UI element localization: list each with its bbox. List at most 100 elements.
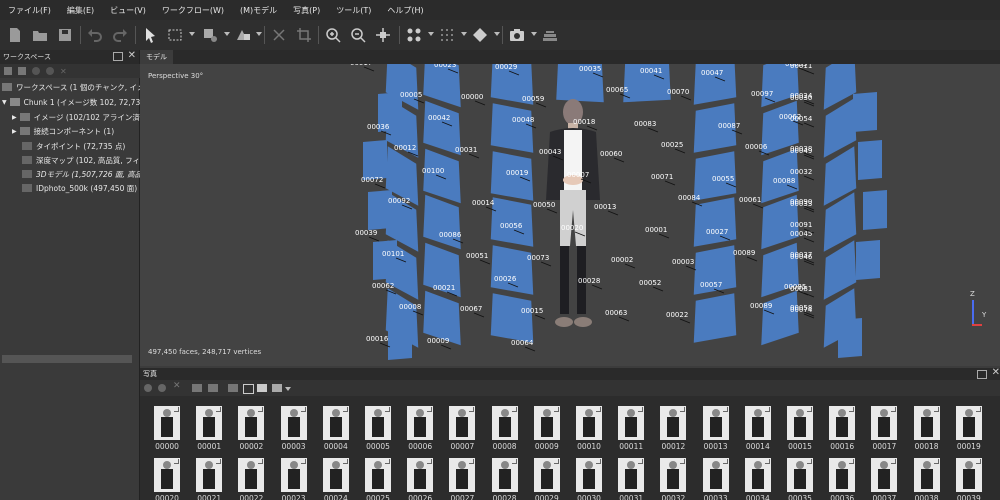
- camera-label[interactable]: 00005: [400, 91, 422, 99]
- photo-thumbnail[interactable]: [533, 458, 560, 492]
- camera-label[interactable]: 00048: [512, 116, 534, 124]
- camera-panel[interactable]: [490, 245, 534, 295]
- camera-label[interactable]: 00031: [455, 146, 477, 154]
- photo-thumbnail[interactable]: [618, 458, 645, 492]
- camera-label[interactable]: 00062: [372, 282, 394, 290]
- close-icon[interactable]: ✕: [128, 50, 136, 61]
- camera-panel[interactable]: [838, 318, 862, 358]
- photo-thumbnail[interactable]: [829, 406, 856, 440]
- camera-panel[interactable]: [858, 140, 882, 180]
- camera-panel[interactable]: [856, 240, 880, 280]
- add-photos-icon[interactable]: [18, 67, 26, 75]
- save-button[interactable]: [55, 25, 75, 45]
- tree-tiepoints[interactable]: タイポイント (72,735 点): [22, 139, 125, 153]
- menu-photo[interactable]: 写真(P): [285, 5, 328, 16]
- camera-label[interactable]: 00032: [790, 168, 812, 176]
- new-file-button[interactable]: [5, 25, 25, 45]
- camera-label[interactable]: 00035: [579, 65, 601, 73]
- camera-label[interactable]: 00002: [611, 256, 633, 264]
- photo-thumbnail[interactable]: [955, 458, 982, 492]
- photo-thumbnail[interactable]: [913, 458, 940, 492]
- reset-filter-icon[interactable]: [228, 384, 238, 392]
- photo-thumbnail[interactable]: [660, 458, 687, 492]
- rect-select-button[interactable]: [165, 25, 185, 45]
- camera-panel[interactable]: [693, 293, 737, 343]
- photo-thumbnail[interactable]: [491, 406, 518, 440]
- photo-thumbnail[interactable]: [871, 406, 898, 440]
- camera-label[interactable]: 00055: [712, 175, 734, 183]
- model-scene[interactable]: 0001700023000290003500041000470005300011…: [140, 50, 1000, 366]
- photo-thumbnail[interactable]: [365, 406, 391, 440]
- show-points-button[interactable]: [437, 25, 457, 45]
- collapse-arrow-icon[interactable]: ▶: [12, 128, 17, 135]
- photo-thumbnail[interactable]: [280, 458, 307, 492]
- camera-label[interactable]: 00042: [428, 114, 450, 122]
- camera-label[interactable]: 00049: [790, 147, 812, 155]
- view-mode-dropdown[interactable]: [285, 387, 291, 391]
- camera-label[interactable]: 00083: [634, 120, 656, 128]
- camera-label[interactable]: 00016: [366, 335, 389, 343]
- camera-label[interactable]: 00061: [739, 196, 761, 204]
- camera-label[interactable]: 00019: [506, 169, 528, 177]
- camera-panel[interactable]: [853, 92, 877, 132]
- photo-thumbnail[interactable]: [829, 458, 856, 492]
- camera-panel[interactable]: [363, 140, 387, 180]
- camera-label[interactable]: 00001: [645, 226, 667, 234]
- camera-label[interactable]: 00092: [388, 197, 410, 205]
- camera-label[interactable]: 00067: [460, 305, 482, 313]
- photo-thumbnail[interactable]: [154, 458, 180, 492]
- camera-panel[interactable]: [388, 320, 412, 360]
- remove-cameras-icon[interactable]: [144, 384, 152, 392]
- camera-label[interactable]: 00071: [651, 173, 673, 181]
- camera-label[interactable]: 00072: [361, 176, 383, 184]
- camera-panel[interactable]: [423, 194, 461, 250]
- tree-components[interactable]: ▶ 接続コンポーネント (1): [12, 124, 114, 138]
- camera-label[interactable]: 00073: [527, 254, 549, 262]
- camera-label[interactable]: 00074: [790, 306, 813, 314]
- camera-label[interactable]: 00013: [594, 203, 616, 211]
- camera-panel[interactable]: [490, 293, 534, 343]
- camera-label[interactable]: 00030: [790, 94, 812, 102]
- camera-label[interactable]: 00027: [706, 228, 728, 236]
- camera-label[interactable]: 00089: [750, 302, 772, 310]
- resize-region-button[interactable]: [200, 25, 220, 45]
- camera-label[interactable]: 00043: [539, 148, 561, 156]
- camera-label[interactable]: 00021: [433, 284, 455, 292]
- camera-label[interactable]: 00081: [790, 285, 812, 293]
- camera-label[interactable]: 00065: [606, 86, 628, 94]
- delete-selection-button[interactable]: [269, 25, 289, 45]
- photo-thumbnail[interactable]: [280, 406, 307, 440]
- camera-label[interactable]: 00014: [472, 199, 495, 207]
- horizontal-scrollbar[interactable]: [2, 355, 132, 363]
- camera-label[interactable]: 00025: [661, 141, 683, 149]
- camera-label[interactable]: 00052: [639, 279, 661, 287]
- camera-label[interactable]: 00091: [790, 221, 812, 229]
- photo-thumbnail[interactable]: [365, 458, 391, 492]
- camera-label[interactable]: 00026: [494, 275, 517, 283]
- camera-label[interactable]: 00089: [733, 249, 755, 257]
- camera-panel[interactable]: [693, 197, 737, 247]
- photo-thumbnail[interactable]: [154, 406, 180, 440]
- photo-thumbnail[interactable]: [196, 406, 223, 440]
- camera-label[interactable]: 00054: [790, 115, 813, 123]
- photo-thumbnail[interactable]: [787, 458, 813, 492]
- photo-thumbnail[interactable]: [702, 406, 729, 440]
- zoom-out-button[interactable]: [348, 25, 368, 45]
- camera-label[interactable]: 00022: [666, 311, 688, 319]
- model-tab[interactable]: モデル: [140, 50, 173, 64]
- camera-panel[interactable]: [423, 148, 461, 204]
- camera-panel[interactable]: [761, 290, 799, 346]
- photo-thumbnail[interactable]: [618, 406, 645, 440]
- navigation-button[interactable]: [140, 25, 160, 45]
- photo-thumbnail[interactable]: [196, 458, 223, 492]
- camera-label[interactable]: 00064: [511, 339, 534, 347]
- camera-label[interactable]: 00000: [461, 93, 483, 101]
- tree-depthmaps[interactable]: 深度マップ (102, 高品質, フィルタ: [22, 153, 155, 167]
- camera-label[interactable]: 00087: [718, 122, 740, 130]
- camera-label[interactable]: 00057: [700, 281, 722, 289]
- close-icon[interactable]: ✕: [992, 367, 1000, 378]
- camera-label[interactable]: 00028: [578, 277, 600, 285]
- disable-cameras-icon[interactable]: [158, 384, 166, 392]
- redo-button[interactable]: [110, 25, 130, 45]
- camera-label[interactable]: 00015: [521, 307, 543, 315]
